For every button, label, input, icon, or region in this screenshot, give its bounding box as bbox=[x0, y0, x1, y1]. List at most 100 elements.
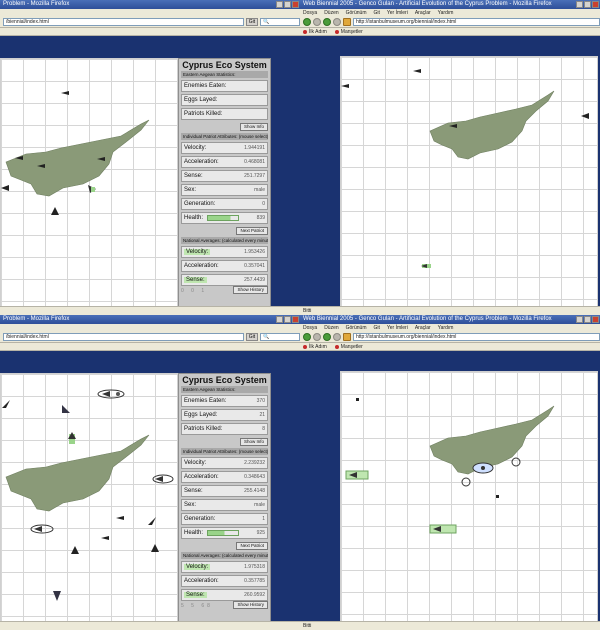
menu-tools[interactable]: Araçlar bbox=[415, 9, 431, 17]
home-icon[interactable] bbox=[343, 333, 351, 341]
menu-help[interactable]: Yardım bbox=[438, 324, 454, 332]
close-button[interactable] bbox=[292, 316, 299, 323]
menu-view[interactable]: Görünüm bbox=[346, 324, 367, 332]
show-history-button[interactable]: Show History bbox=[233, 601, 268, 609]
critter-icon[interactable] bbox=[51, 207, 59, 219]
generation-value: 0 bbox=[262, 201, 265, 207]
minimize-button[interactable] bbox=[276, 1, 283, 8]
maximize-button[interactable] bbox=[584, 1, 591, 8]
critter-icon[interactable] bbox=[345, 470, 369, 482]
critter-icon[interactable] bbox=[1, 399, 11, 411]
simulation-stage[interactable] bbox=[0, 58, 178, 308]
critter-icon[interactable] bbox=[96, 389, 126, 401]
critter-icon[interactable] bbox=[581, 112, 589, 122]
sense-field: Sense: 255.4148 bbox=[181, 485, 268, 497]
menu-edit[interactable]: Düzen bbox=[324, 324, 338, 332]
critter-icon[interactable] bbox=[511, 457, 521, 469]
critter-icon[interactable] bbox=[15, 154, 25, 164]
critter-icon[interactable] bbox=[61, 404, 71, 416]
critter-icon[interactable] bbox=[341, 82, 351, 92]
critter-icon[interactable] bbox=[421, 262, 433, 272]
maximize-button[interactable] bbox=[284, 316, 291, 323]
critter-icon[interactable] bbox=[67, 432, 77, 448]
menu-edit[interactable]: Düzen bbox=[324, 9, 338, 17]
go-button[interactable]: Git bbox=[246, 333, 258, 341]
panel-title: Cyprus Eco System bbox=[182, 60, 267, 70]
critter-icon[interactable] bbox=[151, 544, 159, 556]
menu-tools[interactable]: Araçlar bbox=[415, 324, 431, 332]
menu-help[interactable]: Yardım bbox=[438, 9, 454, 17]
minimize-button[interactable] bbox=[576, 1, 583, 8]
critter-icon[interactable] bbox=[495, 494, 500, 501]
critter-icon[interactable] bbox=[87, 184, 97, 196]
simulation-stage[interactable] bbox=[340, 56, 598, 308]
search-input[interactable]: 🔍 bbox=[260, 333, 300, 341]
back-arrow-icon[interactable] bbox=[303, 333, 311, 341]
velocity-label: Velocity: bbox=[184, 145, 207, 151]
critter-icon[interactable] bbox=[53, 589, 61, 603]
simulation-stage[interactable] bbox=[0, 373, 178, 623]
critter-icon[interactable] bbox=[97, 155, 107, 165]
critter-icon[interactable] bbox=[71, 546, 79, 558]
stop-icon[interactable] bbox=[333, 18, 341, 26]
critter-icon[interactable] bbox=[355, 397, 361, 405]
search-input[interactable]: 🔍 bbox=[260, 18, 300, 26]
critter-icon[interactable] bbox=[413, 67, 423, 77]
url-bar[interactable]: http://istanbulmuseum.org/biennial/index… bbox=[353, 333, 600, 341]
minimize-button[interactable] bbox=[276, 316, 283, 323]
critter-icon[interactable] bbox=[449, 122, 459, 132]
minimize-button[interactable] bbox=[576, 316, 583, 323]
next-patriot-button[interactable]: Next Patriot bbox=[236, 227, 268, 235]
close-button[interactable] bbox=[592, 316, 599, 323]
menu-file[interactable]: Dosya bbox=[303, 9, 317, 17]
menu-bookmarks[interactable]: Yer İmleri bbox=[387, 9, 408, 17]
forward-arrow-icon[interactable] bbox=[313, 18, 321, 26]
bookmark-headlines[interactable]: Manşetler bbox=[334, 343, 363, 350]
maximize-button[interactable] bbox=[284, 1, 291, 8]
menu-go[interactable]: Git bbox=[373, 9, 379, 17]
close-button[interactable] bbox=[292, 1, 299, 8]
menu-view[interactable]: Görünüm bbox=[346, 9, 367, 17]
acceleration-value: 0.348643 bbox=[244, 474, 265, 480]
bookmark-label: İlk Adım bbox=[309, 343, 327, 350]
patriots-value: 8 bbox=[262, 426, 265, 432]
critter-icon[interactable] bbox=[471, 462, 495, 476]
menu-file[interactable]: Dosya bbox=[303, 324, 317, 332]
critter-icon[interactable] bbox=[116, 514, 126, 524]
bookmark-first-steps[interactable]: İlk Adım bbox=[303, 343, 327, 350]
stop-icon[interactable] bbox=[333, 333, 341, 341]
menu-go[interactable]: Git bbox=[373, 324, 379, 332]
critter-icon[interactable] bbox=[151, 474, 175, 486]
velocity-field: Velocity: 1.944191 bbox=[181, 142, 268, 154]
critter-icon[interactable] bbox=[101, 534, 111, 544]
critter-icon[interactable] bbox=[429, 524, 457, 536]
acceleration-value: 0.468081 bbox=[244, 159, 265, 165]
critter-icon[interactable] bbox=[61, 89, 71, 99]
sense-label: Sense: bbox=[184, 173, 203, 179]
simulation-stage[interactable] bbox=[340, 371, 598, 623]
critter-icon[interactable] bbox=[1, 184, 9, 194]
critter-icon[interactable] bbox=[147, 516, 157, 528]
critter-icon[interactable] bbox=[461, 477, 471, 489]
bookmark-headlines[interactable]: Manşetler bbox=[334, 28, 363, 35]
critter-icon[interactable] bbox=[37, 162, 47, 172]
back-arrow-icon[interactable] bbox=[303, 18, 311, 26]
avg-velocity-field: Velocity: 1.975318 bbox=[181, 561, 268, 573]
home-icon[interactable] bbox=[343, 18, 351, 26]
url-bar[interactable]: http://istanbulmuseum.org/biennial/index… bbox=[353, 18, 600, 26]
go-button[interactable]: Git bbox=[246, 18, 258, 26]
forward-arrow-icon[interactable] bbox=[313, 333, 321, 341]
reload-icon[interactable] bbox=[323, 18, 331, 26]
show-info-button[interactable]: Show Info bbox=[239, 438, 268, 446]
reload-icon[interactable] bbox=[323, 333, 331, 341]
url-bar[interactable]: /biennial/index.html bbox=[3, 333, 244, 341]
maximize-button[interactable] bbox=[584, 316, 591, 323]
critter-icon[interactable] bbox=[29, 524, 55, 536]
bookmark-first-steps[interactable]: İlk Adım bbox=[303, 28, 327, 35]
show-info-button[interactable]: Show Info bbox=[239, 123, 268, 131]
url-bar[interactable]: /biennial/index.html bbox=[3, 18, 244, 26]
menu-bookmarks[interactable]: Yer İmleri bbox=[387, 324, 408, 332]
close-button[interactable] bbox=[592, 1, 599, 8]
show-history-button[interactable]: Show History bbox=[233, 286, 268, 294]
next-patriot-button[interactable]: Next Patriot bbox=[236, 542, 268, 550]
